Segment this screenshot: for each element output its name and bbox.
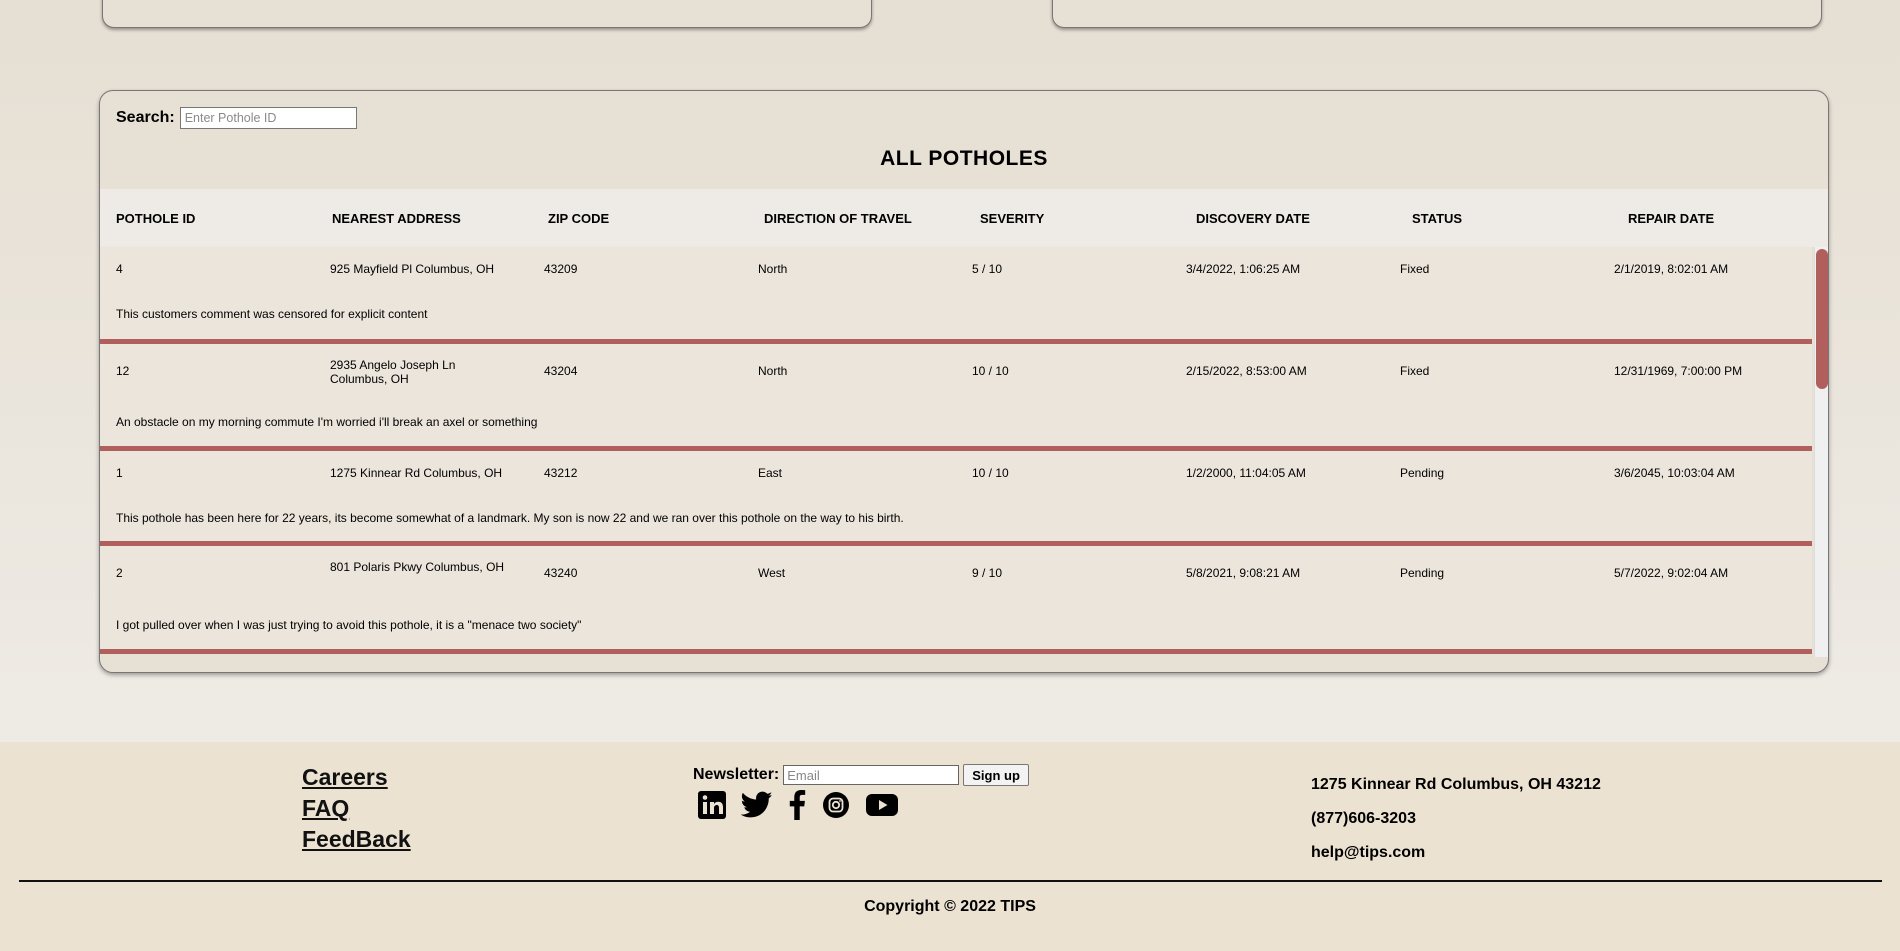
search-input[interactable] (179, 107, 357, 129)
cell-comment: An obstacle on my morning commute I'm wo… (116, 415, 538, 429)
cell-address: 1275 Kinnear Rd Columbus, OH (330, 466, 503, 480)
footer: Careers FAQ FeedBack Newsletter: Sign up… (0, 742, 1900, 951)
signup-button[interactable]: Sign up (963, 764, 1029, 786)
table-row[interactable]: 4 925 Mayfield Pl Columbus, OH 43209 Nor… (100, 247, 1812, 344)
cell-zip: 43204 (544, 364, 578, 378)
cell-repair-date: 12/31/1969, 7:00:00 PM (1614, 364, 1743, 378)
cell-discovery-date: 2/15/2022, 8:53:00 AM (1186, 364, 1307, 378)
cell-pothole-id: 12 (116, 364, 130, 378)
email-field[interactable] (783, 765, 960, 785)
cell-discovery-date: 3/4/2022, 1:06:25 AM (1186, 262, 1301, 276)
cell-address: 801 Polaris Pkwy Columbus, OH (330, 560, 505, 574)
cell-zip: 43240 (544, 566, 578, 580)
cell-severity: 10 / 10 (972, 466, 1009, 480)
table-row[interactable]: 12 2935 Angelo Joseph Ln Columbus, OH 43… (100, 344, 1812, 451)
scrollbar-thumb[interactable] (1816, 249, 1828, 389)
instagram-icon[interactable] (821, 790, 851, 820)
contact-address: 1275 Kinnear Rd Columbus, OH 43212 (1311, 776, 1601, 793)
newsletter-label: Newsletter: (693, 766, 780, 783)
table-row[interactable]: 2 801 Polaris Pkwy Columbus, OH 43240 We… (100, 546, 1812, 654)
cell-zip: 43209 (544, 262, 578, 276)
cell-repair-date: 5/7/2022, 9:02:04 AM (1614, 566, 1729, 580)
cell-pothole-id: 1 (116, 466, 123, 480)
footer-link-feedback[interactable]: FeedBack (302, 824, 411, 855)
twitter-icon[interactable] (741, 791, 773, 819)
table-header: POTHOLE ID NEAREST ADDRESS ZIP CODE DIRE… (100, 189, 1828, 247)
cell-direction: North (758, 262, 788, 276)
footer-link-faq[interactable]: FAQ (302, 793, 411, 824)
col-header-status: STATUS (1412, 211, 1463, 226)
cell-severity: 10 / 10 (972, 364, 1009, 378)
cell-status: Fixed (1400, 262, 1430, 276)
col-header-pothole-id: POTHOLE ID (116, 211, 196, 226)
cell-pothole-id: 2 (116, 566, 123, 580)
cell-repair-date: 3/6/2045, 10:03:04 AM (1614, 466, 1735, 480)
col-header-zip-code: ZIP CODE (548, 211, 610, 226)
cell-discovery-date: 5/8/2021, 9:08:21 AM (1186, 566, 1301, 580)
cell-status: Pending (1400, 466, 1445, 480)
table-row[interactable]: 1 1275 Kinnear Rd Columbus, OH 43212 Eas… (100, 451, 1812, 546)
newsletter-form: Newsletter: Sign up (693, 764, 1029, 786)
cell-repair-date: 2/1/2019, 8:02:01 AM (1614, 262, 1729, 276)
col-header-discovery-date: DISCOVERY DATE (1196, 211, 1310, 226)
cell-direction: West (758, 566, 786, 580)
col-header-direction: DIRECTION OF TRAVEL (764, 211, 912, 226)
copyright: Copyright © 2022 TIPS (864, 898, 1036, 915)
youtube-icon[interactable] (865, 792, 899, 818)
contact-info: 1275 Kinnear Rd Columbus, OH 43212 (877)… (1311, 776, 1601, 878)
cell-comment: I got pulled over when I was just trying… (116, 618, 582, 632)
col-header-repair-date: REPAIR DATE (1628, 211, 1715, 226)
linkedin-icon[interactable] (697, 790, 727, 820)
table-body: 4 925 Mayfield Pl Columbus, OH 43209 Nor… (100, 247, 1812, 657)
cell-status: Fixed (1400, 364, 1430, 378)
cell-address: 2935 Angelo Joseph Ln Columbus, OH (330, 358, 456, 386)
contact-email: help@tips.com (1311, 844, 1426, 861)
cell-comment: This pothole has been here for 22 years,… (116, 511, 904, 525)
search-bar: Search: (116, 107, 357, 129)
facebook-icon[interactable] (787, 790, 807, 820)
cell-direction: East (758, 466, 783, 480)
search-label: Search: (116, 109, 175, 126)
cell-pothole-id: 4 (116, 262, 123, 276)
col-header-severity: SEVERITY (980, 211, 1045, 226)
cell-address: 925 Mayfield Pl Columbus, OH (330, 262, 495, 276)
cell-zip: 43212 (544, 466, 578, 480)
table-scrollbar[interactable] (1814, 247, 1828, 657)
cell-discovery-date: 1/2/2000, 11:04:05 AM (1186, 466, 1306, 480)
footer-divider (19, 880, 1882, 882)
cell-direction: North (758, 364, 788, 378)
footer-link-careers[interactable]: Careers (302, 762, 411, 793)
social-links (697, 790, 899, 820)
contact-phone: (877)606-3203 (1311, 810, 1416, 827)
top-right-card (1052, 0, 1822, 28)
footer-links: Careers FAQ FeedBack (302, 762, 411, 855)
cell-severity: 5 / 10 (972, 262, 1003, 276)
cell-comment: This customers comment was censored for … (116, 307, 428, 321)
potholes-panel: Search: ALL POTHOLES POTHOLE ID NEAREST … (99, 90, 1829, 673)
panel-title: ALL POTHOLES (880, 147, 1048, 170)
top-left-card (102, 0, 872, 28)
cell-status: Pending (1400, 566, 1445, 580)
cell-severity: 9 / 10 (972, 566, 1003, 580)
col-header-nearest-address: NEAREST ADDRESS (332, 211, 461, 226)
